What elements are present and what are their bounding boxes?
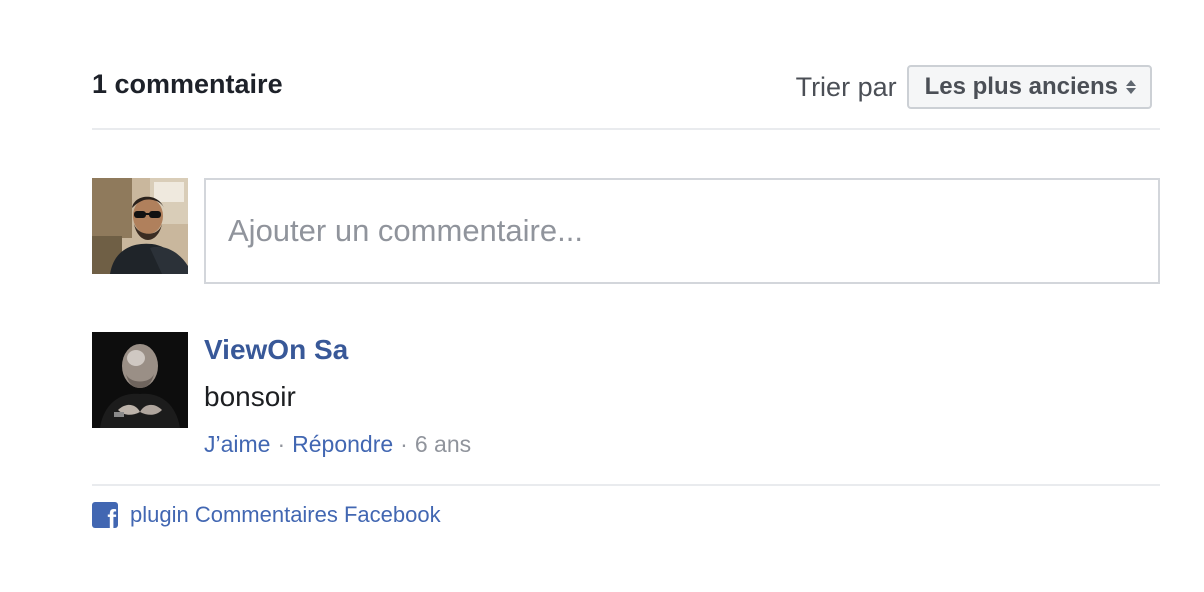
sort-selected-value: Les plus anciens [924, 73, 1118, 100]
plugin-link[interactable]: plugin Commentaires Facebook [130, 502, 441, 528]
comment-timestamp[interactable]: 6 ans [415, 430, 471, 458]
comment-count-title: 1 commentaire [92, 69, 283, 99]
current-user-avatar [92, 178, 188, 274]
add-comment-input[interactable] [204, 178, 1160, 284]
comment-text: bonsoir [204, 381, 296, 412]
sort-dropdown[interactable]: Les plus anciens [906, 65, 1152, 109]
like-link[interactable]: J’aime [204, 430, 270, 458]
comments-header: 1 commentaire Trier par Les plus anciens [92, 62, 1160, 110]
author-photo-icon [92, 332, 188, 428]
plugin-footer: f plugin Commentaires Facebook [92, 502, 441, 528]
sort-control: Trier par Les plus anciens [796, 64, 1152, 110]
action-separator: · [277, 431, 286, 457]
footer-divider [92, 484, 1160, 486]
comment-actions: J’aime · Répondre · 6 ans [204, 430, 471, 458]
current-user-photo-icon [92, 178, 188, 274]
header-divider [92, 128, 1160, 130]
comment-author-name[interactable]: ViewOn Sa [204, 334, 348, 366]
facebook-icon[interactable]: f [92, 502, 118, 528]
action-separator: · [400, 431, 408, 457]
sort-arrows-icon [1126, 77, 1136, 97]
comment-author-avatar[interactable] [92, 332, 188, 428]
sort-label: Trier par [795, 72, 897, 102]
reply-link[interactable]: Répondre [292, 430, 393, 458]
